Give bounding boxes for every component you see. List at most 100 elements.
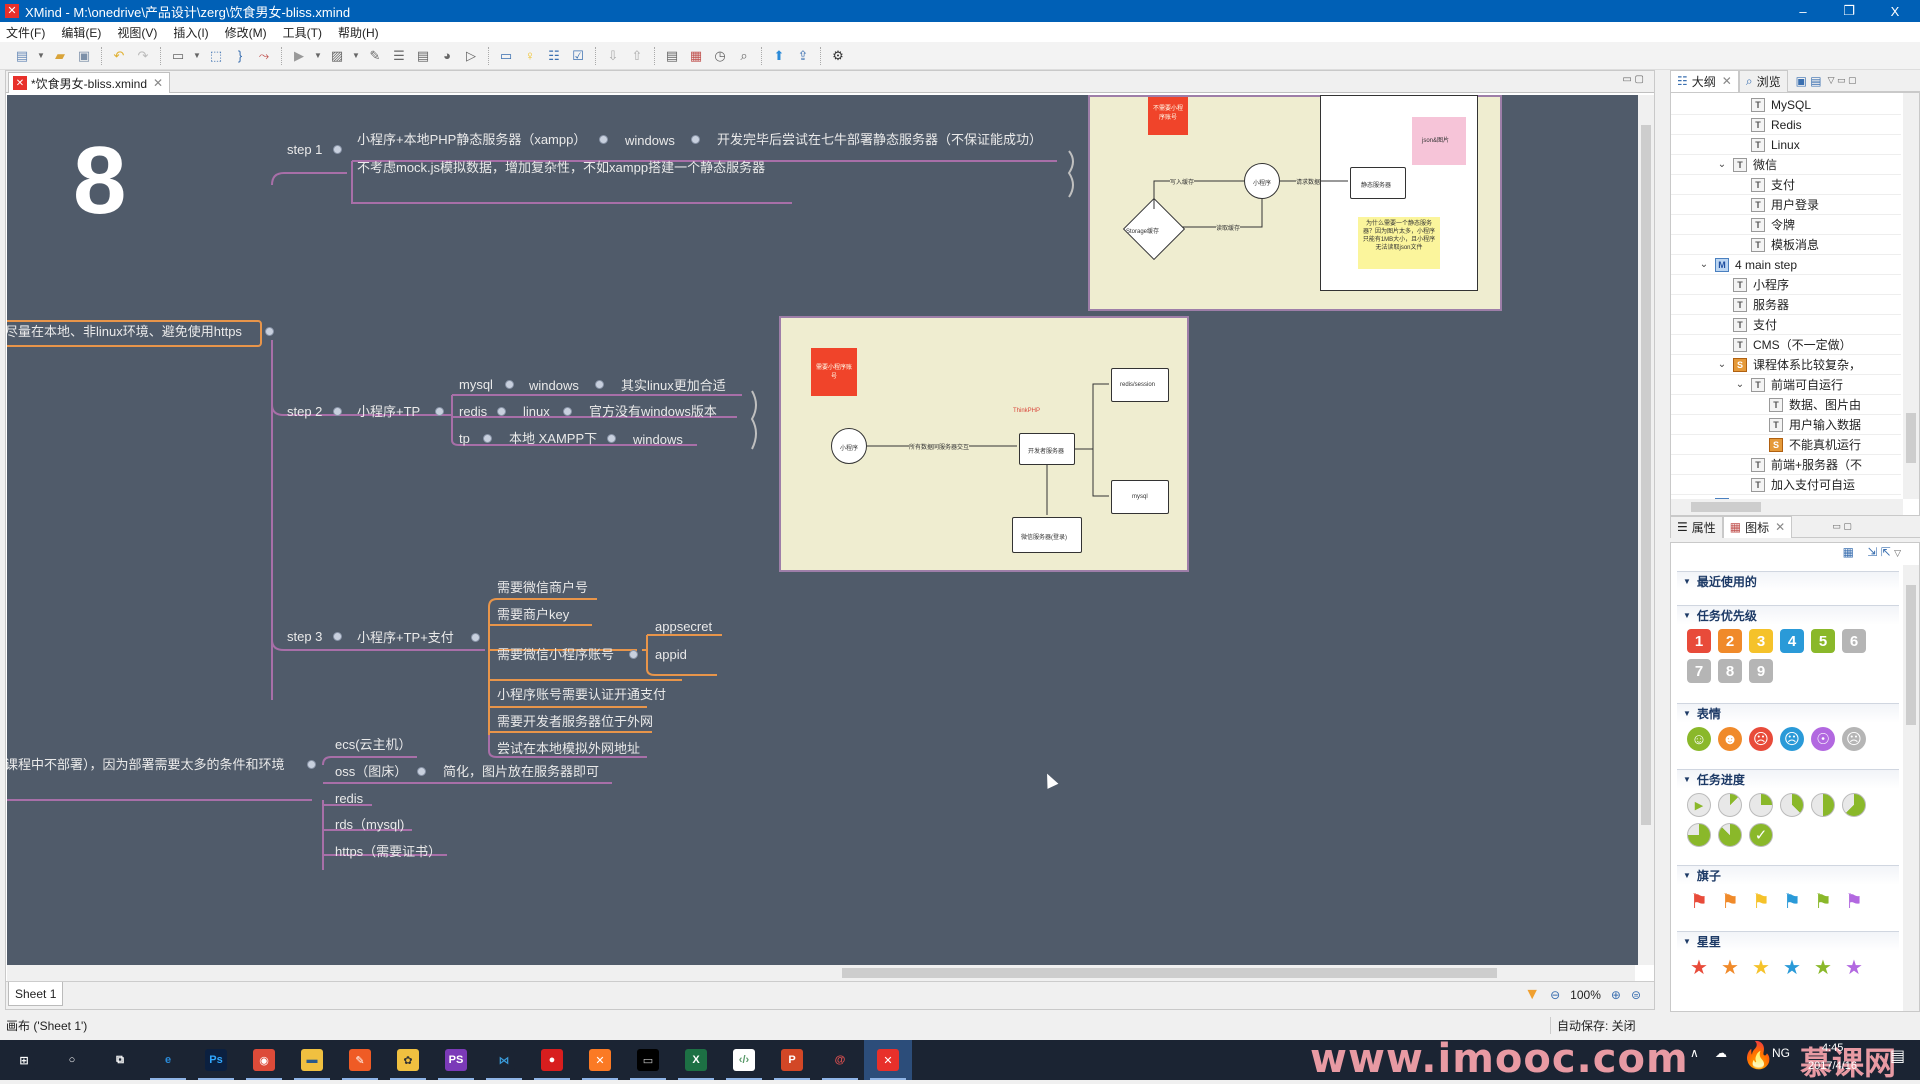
canvas-vertical-scrollbar[interactable] [1638,95,1654,965]
step2-row-mysql-os[interactable]: windows [529,378,579,394]
import-marker-icon[interactable]: ⇲ [1867,545,1877,559]
taskbar-windows-start[interactable]: ⊞ [0,1040,48,1080]
smiley-surprise-icon[interactable]: ☉ [1811,727,1835,751]
collapse-toggle[interactable] [265,327,274,336]
deploy-item[interactable]: redis [335,791,363,807]
step3-item[interactable]: 小程序账号需要认证开通支付 [497,687,666,703]
smiley-laugh-icon[interactable]: ☻ [1718,727,1742,751]
scroll-thumb[interactable] [1906,585,1916,725]
smiley-smile-icon[interactable]: ☺ [1687,727,1711,751]
settings-icon[interactable]: ⚙ [829,47,847,65]
star-yellow-icon[interactable]: ★ [1749,955,1773,979]
expand-chevron-icon[interactable]: ⌄ [1733,379,1747,390]
progress-75-icon[interactable] [1687,823,1711,847]
new-icon[interactable]: ▤ [13,47,31,65]
smiley-boring-icon[interactable]: ☹ [1842,727,1866,751]
flag-orange-icon[interactable]: ⚑ [1718,889,1742,913]
drill-up-icon[interactable]: ⇧ [628,47,646,65]
deploy-item[interactable]: ecs(云主机） [335,737,412,753]
presentation-icon[interactable]: ▶ [290,47,308,65]
collapse-toggle[interactable] [595,380,604,389]
overview-icon[interactable]: ▦ [687,47,705,65]
collapse-toggle[interactable] [691,135,700,144]
step2-row-redis-os[interactable]: linux [523,404,550,420]
star-purple-icon[interactable]: ★ [1842,955,1866,979]
deploy-item[interactable]: https（需要证书） [335,844,441,860]
dropdown-icon[interactable]: ▼ [352,47,360,65]
collapse-all-icon[interactable]: ▣ ▤ [1796,74,1822,88]
step2-row-mysql-note[interactable]: 其实linux更加合适 [621,378,726,394]
outline-row[interactable]: T 加入支付可自运 [1671,475,1901,495]
clock-date[interactable]: 2017/4/16 [1808,1060,1857,1072]
step3-item[interactable]: 需要微信商户号 [497,580,588,596]
insert-topic-icon[interactable]: ▭ [169,47,187,65]
minimize-button[interactable]: – [1780,0,1826,22]
marker-section-header[interactable]: ▼ 最近使用的 [1677,571,1899,591]
star-red-icon[interactable]: ★ [1687,955,1711,979]
step2-row-tp-os[interactable]: windows [633,432,683,448]
tab-outline[interactable]: ☷ 大纲 ✕ [1670,69,1739,92]
menu-tools[interactable]: 工具(T) [283,24,322,41]
outline-row[interactable]: ⌄ S 课程体系比较复杂， [1671,355,1901,375]
step3-topic[interactable]: step 3 [287,629,322,645]
collapse-toggle[interactable] [629,650,638,659]
menu-file[interactable]: 文件(F) [6,24,45,41]
tab-properties[interactable]: ☰ 属性 [1670,515,1723,538]
tab-markers[interactable]: ▦ 图标 ✕ [1722,515,1793,538]
outline-row[interactable]: T 模板消息 [1671,235,1901,255]
flag-green-icon[interactable]: ⚑ [1811,889,1835,913]
taskbar-excel[interactable]: X [672,1040,720,1080]
collapse-toggle[interactable] [435,407,444,416]
root-branch-topic[interactable]: 尽量在本地、非linux环境、避免使用https [7,324,242,340]
outline-row[interactable]: ⌄ M 4 main step [1671,255,1901,275]
step2-row-redis[interactable]: redis [459,404,487,420]
step2-topic[interactable]: step 2 [287,404,322,420]
flag-purple-icon[interactable]: ⚑ [1842,889,1866,913]
boundary-icon[interactable]: ⬚ [207,47,225,65]
undo-icon[interactable]: ↶ [110,47,128,65]
priority-4-icon[interactable]: 4 [1780,629,1804,653]
collapse-toggle[interactable] [417,767,426,776]
taskbar-photoshop[interactable]: Ps [192,1040,240,1080]
taskbar-file-explorer[interactable]: ▬ [288,1040,336,1080]
panel-menu-icon[interactable]: ▭ ▢ [1832,521,1852,532]
close-tab-icon[interactable]: ✕ [1775,520,1785,534]
marker-section-header[interactable]: ▼ 任务进度 [1677,769,1899,789]
close-tab-icon[interactable]: ✕ [153,76,163,90]
priority-5-icon[interactable]: 5 [1811,629,1835,653]
collapse-toggle[interactable] [483,434,492,443]
canvas-horizontal-scrollbar[interactable] [7,965,1635,981]
outline-row[interactable]: ⌄ T 微信 [1671,155,1901,175]
notifications-icon[interactable]: ▤ [1890,1046,1905,1066]
network-icon[interactable]: ☁ [1715,1046,1727,1060]
oss-child[interactable]: 简化，图片放在服务器即可 [443,764,599,780]
expand-chevron-icon[interactable]: ⌄ [1697,259,1711,270]
outline-row[interactable]: T Linux [1671,135,1901,155]
gantt-icon[interactable]: ☷ [545,47,563,65]
save-icon[interactable]: ▣ [75,47,93,65]
idea-icon[interactable]: ♀ [521,47,539,65]
priority-7-icon[interactable]: 7 [1687,659,1711,683]
audio-icon[interactable]: ◕ [438,47,456,65]
outline-row[interactable]: T 服务器 [1671,295,1901,315]
menu-view[interactable]: 视图(V) [117,24,157,41]
menu-insert[interactable]: 插入(I) [173,24,208,41]
zoom-in-icon[interactable]: ⊕ [1611,988,1621,1002]
summary-icon[interactable]: } [231,47,249,65]
priority-9-icon[interactable]: 9 [1749,659,1773,683]
marker-section-header[interactable]: ▼ 表情 [1677,703,1899,723]
progress-0-icon[interactable]: ▶ [1687,793,1711,817]
priority-2-icon[interactable]: 2 [1718,629,1742,653]
filter-icon[interactable]: ▼ [1524,986,1540,1004]
progress-87.5-icon[interactable] [1718,823,1742,847]
smiley-angry-icon[interactable]: ☹ [1749,727,1773,751]
step2-row-mysql[interactable]: mysql [459,377,493,393]
taskbar-cheetah[interactable]: ✿ [384,1040,432,1080]
account-child-appid[interactable]: appid [655,647,687,663]
expand-chevron-icon[interactable]: ⌄ [1715,159,1729,170]
taskbar-postman[interactable]: ✎ [336,1040,384,1080]
task-icon[interactable]: ☑ [569,47,587,65]
collapse-toggle[interactable] [333,145,342,154]
panel-menu-icon[interactable]: ▽ ▭ ▢ [1828,75,1857,86]
outline-row[interactable]: T 用户登录 [1671,195,1901,215]
